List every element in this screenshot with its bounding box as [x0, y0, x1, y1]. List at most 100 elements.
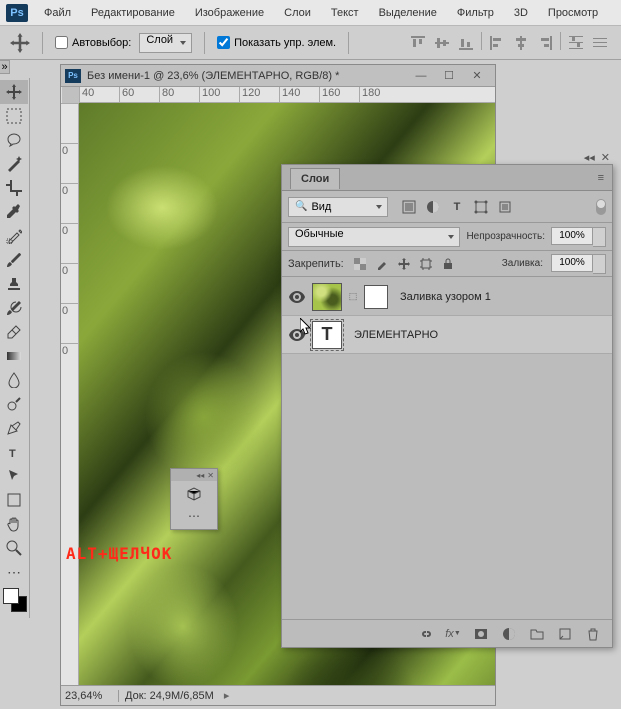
menu-file[interactable]: Файл	[34, 3, 81, 23]
panel-menu-icon[interactable]: ≡	[598, 172, 604, 184]
ruler-vertical[interactable]: 000000	[61, 103, 79, 685]
crop-tool[interactable]	[0, 176, 28, 200]
edit-toolbar[interactable]: ⋯	[0, 560, 28, 584]
lock-all-icon[interactable]	[440, 256, 456, 272]
blend-mode-select[interactable]: Обычные	[288, 227, 460, 247]
delete-layer-icon[interactable]	[584, 625, 602, 643]
new-layer-icon[interactable]	[556, 625, 574, 643]
lock-pixels-icon[interactable]	[352, 256, 368, 272]
move-tool[interactable]	[0, 80, 28, 104]
lock-artboard-icon[interactable]	[418, 256, 434, 272]
minimize-button[interactable]: —	[407, 67, 435, 85]
brush-tool[interactable]	[0, 248, 28, 272]
align-hcenter-icon[interactable]	[510, 32, 532, 54]
layer-name[interactable]: Заливка узором 1	[400, 291, 491, 303]
layers-footer: fx▼	[282, 619, 612, 647]
filter-kind-select[interactable]: Вид	[288, 197, 388, 217]
pen-tool[interactable]	[0, 416, 28, 440]
shape-tool[interactable]	[0, 488, 28, 512]
menu-filter[interactable]: Фильтр	[447, 3, 504, 23]
layers-tab[interactable]: Слои	[290, 168, 340, 189]
filter-type-icon[interactable]: T	[448, 198, 466, 216]
blur-tool[interactable]	[0, 368, 28, 392]
opacity-label: Непрозрачность:	[466, 231, 545, 242]
eyedropper-tool[interactable]	[0, 200, 28, 224]
dodge-tool[interactable]	[0, 392, 28, 416]
color-swatch[interactable]	[3, 588, 27, 612]
menu-select[interactable]: Выделение	[369, 3, 447, 23]
align-right-icon[interactable]	[534, 32, 556, 54]
layer-row-pattern-fill[interactable]: ⬚ Заливка узором 1	[282, 278, 612, 316]
layer-mask-icon[interactable]	[472, 625, 490, 643]
eraser-tool[interactable]	[0, 320, 28, 344]
align-icons-group	[407, 32, 611, 54]
opacity-input[interactable]	[551, 227, 593, 245]
stamp-tool[interactable]	[0, 272, 28, 296]
history-brush-tool[interactable]	[0, 296, 28, 320]
document-icon: Ps	[65, 69, 81, 83]
lock-position-icon[interactable]	[396, 256, 412, 272]
lasso-tool[interactable]	[0, 128, 28, 152]
align-top-icon[interactable]	[407, 32, 429, 54]
mask-link-icon[interactable]: ⬚	[348, 291, 358, 302]
menu-text[interactable]: Текст	[321, 3, 369, 23]
layer-row-text[interactable]: T ЭЛЕМЕНТАРНО	[282, 316, 612, 354]
hand-tool[interactable]	[0, 512, 28, 536]
cluster-3d-icon[interactable]	[184, 485, 204, 503]
doc-info[interactable]: Док: 24,9M/6,85M	[119, 690, 220, 702]
layer-name[interactable]: ЭЛЕМЕНТАРНО	[354, 329, 438, 341]
close-button[interactable]: ✕	[463, 67, 491, 85]
path-select-tool[interactable]	[0, 464, 28, 488]
marquee-tool[interactable]	[0, 104, 28, 128]
visibility-toggle[interactable]	[288, 288, 306, 306]
menu-edit[interactable]: Редактирование	[81, 3, 185, 23]
show-controls-checkbox[interactable]: Показать упр. элем.	[217, 36, 336, 49]
gradient-tool[interactable]	[0, 344, 28, 368]
menu-layers[interactable]: Слои	[274, 3, 321, 23]
fill-input[interactable]	[551, 254, 593, 272]
distribute-vcenter-icon[interactable]	[589, 32, 611, 54]
type-tool[interactable]: T	[0, 440, 28, 464]
link-layers-icon[interactable]	[416, 625, 434, 643]
floating-panel-cluster[interactable]: ◂◂✕ ⋯	[170, 468, 218, 530]
maximize-button[interactable]: ☐	[435, 67, 463, 85]
layers-list: ⬚ Заливка узором 1 T ЭЛЕМЕНТАРНО	[282, 278, 612, 619]
filter-shape-icon[interactable]	[472, 198, 490, 216]
app-logo: Ps	[6, 4, 28, 22]
menu-image[interactable]: Изображение	[185, 3, 274, 23]
move-tool-icon	[10, 33, 30, 53]
healing-brush-tool[interactable]	[0, 224, 28, 248]
toolbox: T ⋯	[0, 78, 30, 618]
filter-pixel-icon[interactable]	[400, 198, 418, 216]
layer-thumbnail[interactable]	[312, 283, 342, 311]
filter-smart-icon[interactable]	[496, 198, 514, 216]
adjustment-layer-icon[interactable]	[500, 625, 518, 643]
zoom-level[interactable]: 23,64%	[61, 690, 119, 702]
layers-blend-row: Обычные Непрозрачность:	[282, 223, 612, 251]
layer-mask-thumbnail[interactable]	[364, 285, 388, 309]
menu-view[interactable]: Просмотр	[538, 3, 608, 23]
filter-adjust-icon[interactable]	[424, 198, 442, 216]
magic-wand-tool[interactable]	[0, 152, 28, 176]
align-left-icon[interactable]	[486, 32, 508, 54]
align-bottom-icon[interactable]	[455, 32, 477, 54]
show-controls-label: Показать упр. элем.	[234, 37, 336, 49]
options-bar: Автовыбор: Слой Показать упр. элем.	[0, 26, 621, 60]
align-vcenter-icon[interactable]	[431, 32, 453, 54]
zoom-tool[interactable]	[0, 536, 28, 560]
visibility-toggle[interactable]	[288, 326, 306, 344]
filter-toggle[interactable]	[596, 199, 606, 215]
ruler-horizontal[interactable]: 406080100120140160180	[79, 87, 495, 103]
autoselect-target-select[interactable]: Слой	[139, 33, 192, 53]
cluster-header[interactable]: ◂◂✕	[171, 469, 217, 481]
layer-thumbnail-text[interactable]: T	[312, 321, 342, 349]
autoselect-checkbox[interactable]: Автовыбор:	[55, 36, 131, 49]
cluster-more-icon[interactable]: ⋯	[184, 507, 204, 525]
new-group-icon[interactable]	[528, 625, 546, 643]
distribute-top-icon[interactable]	[565, 32, 587, 54]
lock-brush-icon[interactable]	[374, 256, 390, 272]
layer-fx-icon[interactable]: fx▼	[444, 625, 462, 643]
panel-expand-stub[interactable]: »	[0, 60, 10, 74]
menu-3d[interactable]: 3D	[504, 3, 538, 23]
panel-collapse-controls[interactable]: ◂◂✕	[584, 151, 610, 164]
